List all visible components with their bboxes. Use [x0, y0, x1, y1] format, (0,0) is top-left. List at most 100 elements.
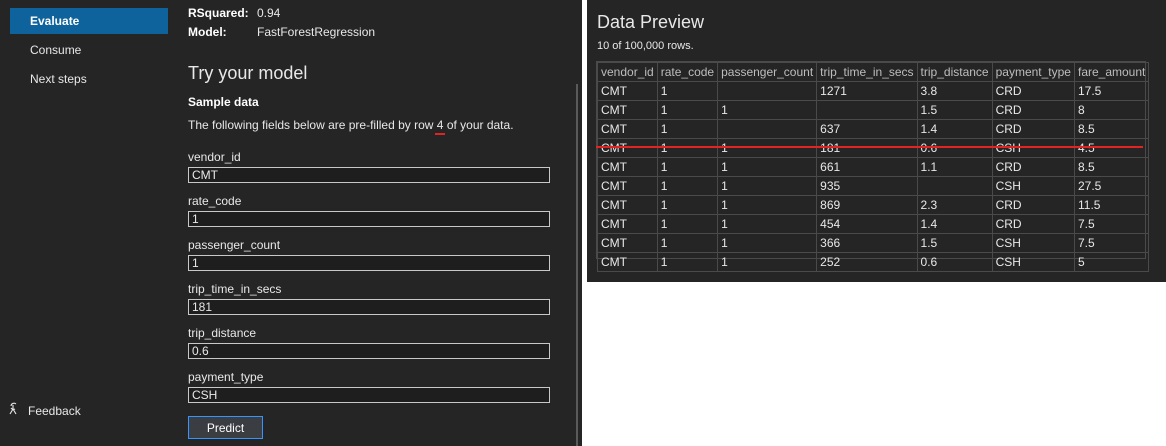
evaluate-content: RSquared: 0.94 Model: FastForestRegression… — [188, 0, 578, 446]
table-cell: 1271 — [816, 81, 918, 101]
passenger-count-input[interactable] — [188, 255, 550, 271]
table-cell: 7.5 — [1073, 233, 1150, 253]
row-number-annotation — [434, 133, 446, 135]
table-row: CMT 1 1 935 CSH 27.5 — [597, 176, 1150, 196]
sidebar-item-consume[interactable]: Consume — [10, 37, 168, 63]
table-cell: 17.5 — [1073, 81, 1150, 101]
table-cell: 8.5 — [1073, 157, 1150, 177]
table-cell: 1 — [717, 233, 818, 253]
table-cell: 11.5 — [1073, 195, 1150, 215]
table-cell: 0.6 — [916, 138, 993, 158]
table-cell: CMT — [597, 195, 658, 215]
vendor-id-label: vendor_id — [188, 150, 241, 164]
passenger-count-label: passenger_count — [188, 238, 281, 252]
table-cell: 366 — [816, 233, 918, 253]
trip-time-label: trip_time_in_secs — [188, 282, 282, 296]
table-row: CMT 1 1 869 2.3 CRD 11.5 — [597, 195, 1150, 215]
model-label: Model: — [188, 25, 227, 39]
table-cell: 1.5 — [916, 100, 993, 120]
table-cell: 1 — [656, 233, 719, 253]
table-cell: 1.4 — [916, 119, 993, 139]
rsquared-row: RSquared: 0.94 — [188, 6, 280, 20]
rsquared-value: 0.94 — [257, 6, 281, 20]
table-cell: CMT — [597, 176, 658, 196]
sidebar-item-evaluate[interactable]: Evaluate — [10, 8, 168, 34]
scrollbar[interactable] — [576, 84, 578, 446]
feedback-label: Feedback — [28, 403, 81, 418]
table-cell: 0.6 — [916, 252, 993, 272]
table-row: CMT 1 1 454 1.4 CRD 7.5 — [597, 214, 1150, 234]
rsquared-label: RSquared: — [188, 6, 249, 20]
table-cell: CMT — [597, 157, 658, 177]
row-number: 4 — [434, 118, 446, 135]
table-cell: 454 — [816, 214, 918, 234]
prefill-text-end: of your data. — [443, 118, 514, 132]
table-cell: 8 — [1073, 100, 1150, 120]
table-cell: CRD — [991, 81, 1075, 101]
data-preview-title: Data Preview — [597, 12, 705, 32]
feedback-icon — [8, 402, 22, 419]
table-cell: CMT — [597, 214, 658, 234]
try-model-title: Try your model — [188, 63, 308, 83]
table-cell: CRD — [991, 119, 1075, 139]
table-cell: 5 — [1073, 252, 1150, 272]
table-cell: 1 — [656, 119, 719, 139]
table-row: CMT 1 1 1.5 CRD 8 — [597, 100, 1150, 120]
table-row: CMT 1 1 366 1.5 CSH 7.5 — [597, 233, 1150, 253]
column-header[interactable]: vendor_id — [597, 62, 658, 82]
trip-distance-label: trip_distance — [188, 326, 257, 340]
table-cell: CMT — [597, 81, 658, 101]
table-cell: 27.5 — [1073, 176, 1150, 196]
table-cell: 1 — [656, 195, 719, 215]
table-cell: CMT — [597, 233, 658, 253]
table-cell: 1 — [717, 138, 818, 158]
column-header[interactable]: trip_time_in_secs — [816, 62, 918, 82]
table-cell: CRD — [991, 100, 1075, 120]
predict-button[interactable]: Predict — [188, 416, 263, 439]
table-cell: 1 — [717, 252, 818, 272]
table-cell: 1 — [717, 195, 818, 215]
trip-time-input[interactable] — [188, 299, 550, 315]
table-cell: 2.3 — [916, 195, 993, 215]
table-header-row: vendor_id rate_code passenger_count trip… — [597, 62, 1150, 82]
table-row: CMT 1 1 181 0.6 CSH 4.5 — [597, 138, 1150, 158]
table-cell: CRD — [991, 214, 1075, 234]
vendor-id-input[interactable] — [188, 167, 550, 183]
table-cell: 7.5 — [1073, 214, 1150, 234]
column-header[interactable]: passenger_count — [717, 62, 818, 82]
table-cell: 3.8 — [916, 81, 993, 101]
sidebar: Evaluate Consume Next steps Feedback — [0, 0, 176, 446]
table-cell: 1 — [656, 252, 719, 272]
table-cell: 1 — [717, 214, 818, 234]
column-header[interactable]: payment_type — [991, 62, 1075, 82]
table-cell: 1 — [717, 100, 818, 120]
rate-code-input[interactable] — [188, 211, 550, 227]
table-cell: CSH — [991, 252, 1075, 272]
table-cell: 4.5 — [1073, 138, 1150, 158]
table-cell: 1 — [717, 157, 818, 177]
feedback-link[interactable]: Feedback — [8, 402, 81, 419]
table-cell: 1 — [656, 176, 719, 196]
column-header[interactable]: trip_distance — [916, 62, 993, 82]
column-header[interactable]: rate_code — [656, 62, 719, 82]
table-cell: CRD — [991, 195, 1075, 215]
payment-type-input[interactable] — [188, 387, 550, 403]
data-preview-table: vendor_id rate_code passenger_count trip… — [597, 62, 1150, 272]
column-header[interactable]: fare_amount — [1073, 62, 1150, 82]
table-row: CMT 1 1 252 0.6 CSH 5 — [597, 252, 1150, 272]
table-row: CMT 1 1 661 1.1 CRD 8.5 — [597, 157, 1150, 177]
table-cell: 1 — [656, 81, 719, 101]
table-cell: 1.5 — [916, 233, 993, 253]
row-4-annotation — [596, 146, 1143, 148]
table-cell — [717, 81, 818, 101]
table-cell: 8.5 — [1073, 119, 1150, 139]
trip-distance-input[interactable] — [188, 343, 550, 359]
table-cell — [816, 100, 918, 120]
table-cell: 1 — [717, 176, 818, 196]
table-cell: CMT — [597, 252, 658, 272]
table-cell: CSH — [991, 138, 1075, 158]
table-cell: CMT — [597, 100, 658, 120]
sidebar-item-next-steps[interactable]: Next steps — [10, 66, 168, 92]
table-cell: CSH — [991, 176, 1075, 196]
table-cell: 1 — [656, 100, 719, 120]
